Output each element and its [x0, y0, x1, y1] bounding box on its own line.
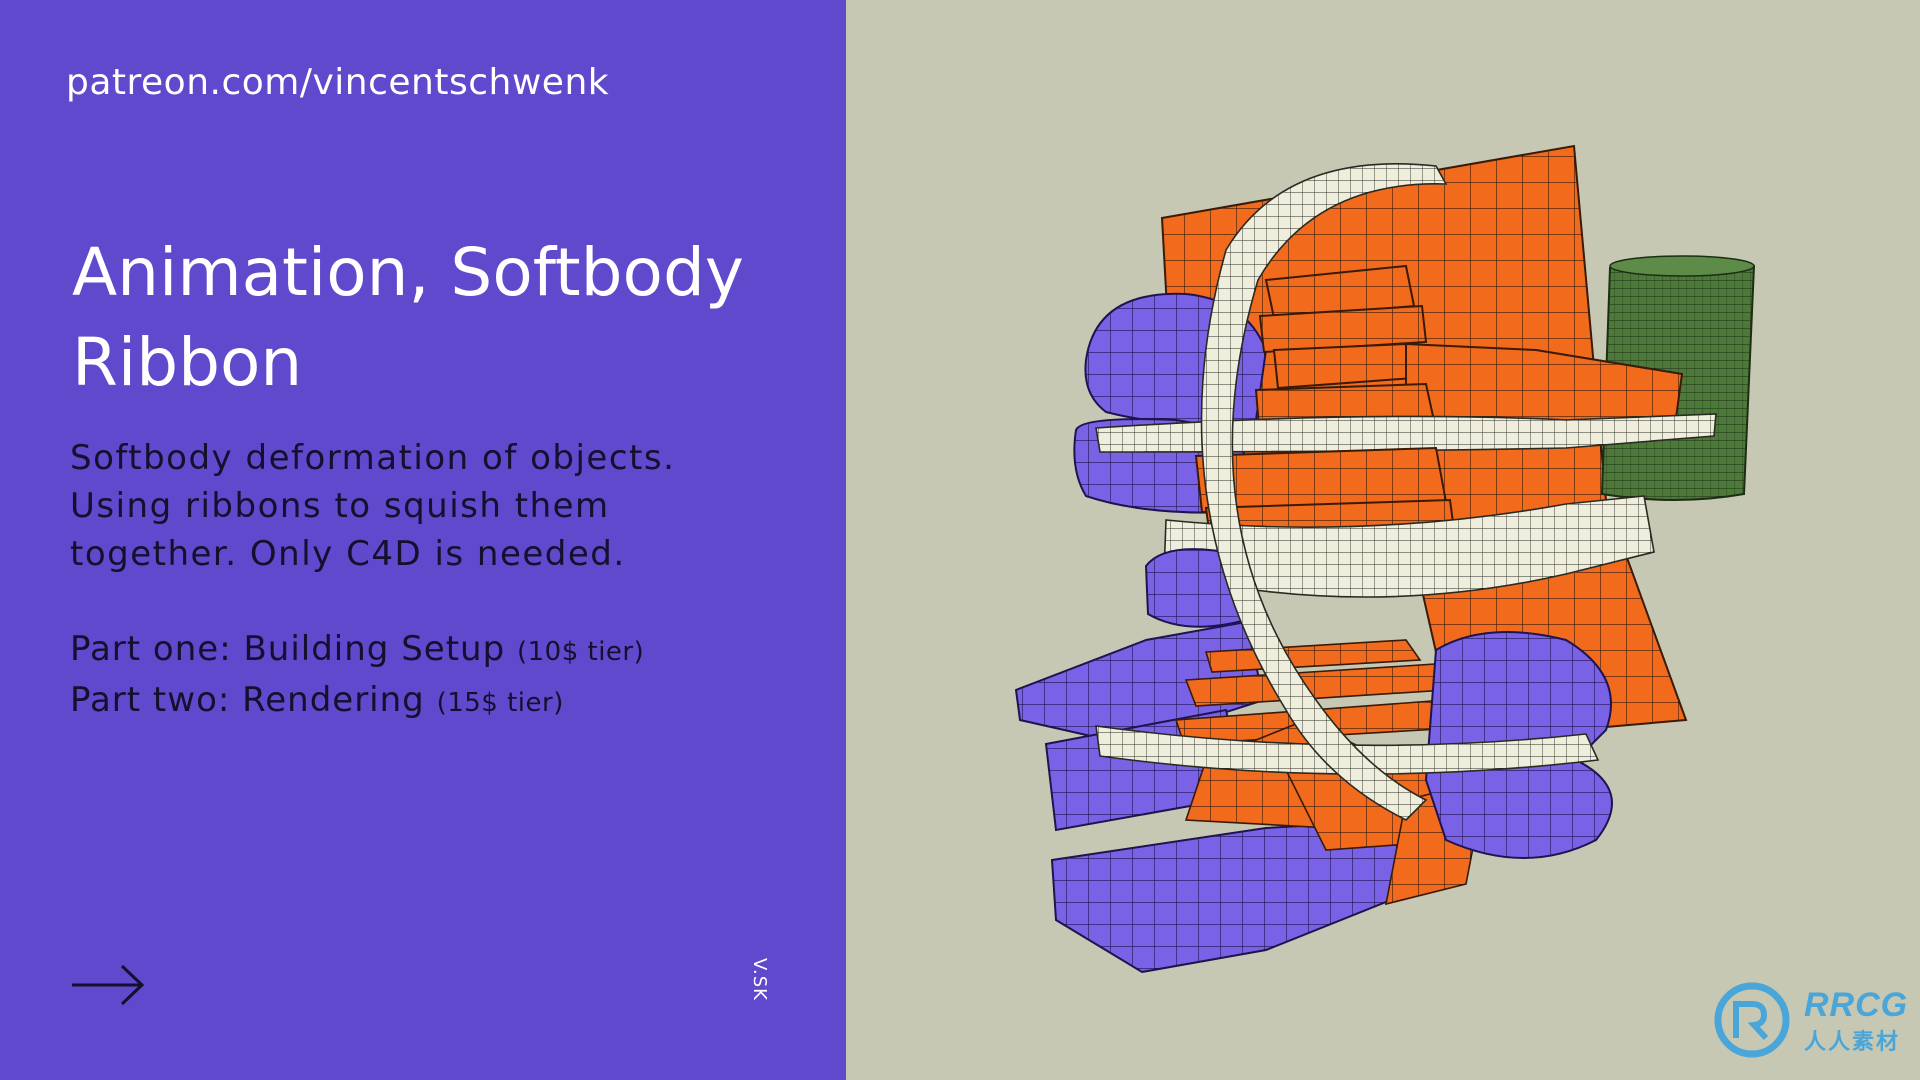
- part-one-label: Part one: Building Setup: [70, 629, 506, 669]
- description-line: together. Only C4D is needed.: [70, 534, 626, 574]
- parts-list: Part one: Building Setup (10$ tier) Part…: [70, 625, 810, 727]
- title-line-1: Animation, Softbody: [72, 234, 744, 311]
- watermark-text: RRCG: [1804, 986, 1909, 1024]
- rrcg-logo-icon: [1714, 982, 1790, 1058]
- info-panel: patreon.com/vincentschwenk Animation, So…: [0, 0, 846, 1080]
- rrcg-watermark: RRCG 人人素材: [1712, 980, 1920, 1060]
- part-one: Part one: Building Setup (10$ tier): [70, 625, 810, 676]
- arrow-right-icon[interactable]: [70, 962, 146, 1008]
- page-title: Animation, Softbody Ribbon: [72, 228, 832, 408]
- description: Softbody deformation of objects. Using r…: [70, 434, 790, 578]
- watermark-subtext: 人人素材: [1804, 1030, 1901, 1055]
- side-mark: V.SK: [749, 958, 770, 1001]
- part-two-tier: (15$ tier): [436, 688, 564, 718]
- description-line: Using ribbons to squish them: [70, 486, 610, 526]
- 3d-softbody-render: [1014, 144, 1756, 974]
- part-two: Part two: Rendering (15$ tier): [70, 676, 810, 727]
- title-line-2: Ribbon: [72, 324, 303, 401]
- patreon-url[interactable]: patreon.com/vincentschwenk: [66, 62, 609, 103]
- part-one-tier: (10$ tier): [516, 637, 645, 667]
- part-two-label: Part two: Rendering: [70, 680, 425, 720]
- description-line: Softbody deformation of objects.: [70, 438, 676, 478]
